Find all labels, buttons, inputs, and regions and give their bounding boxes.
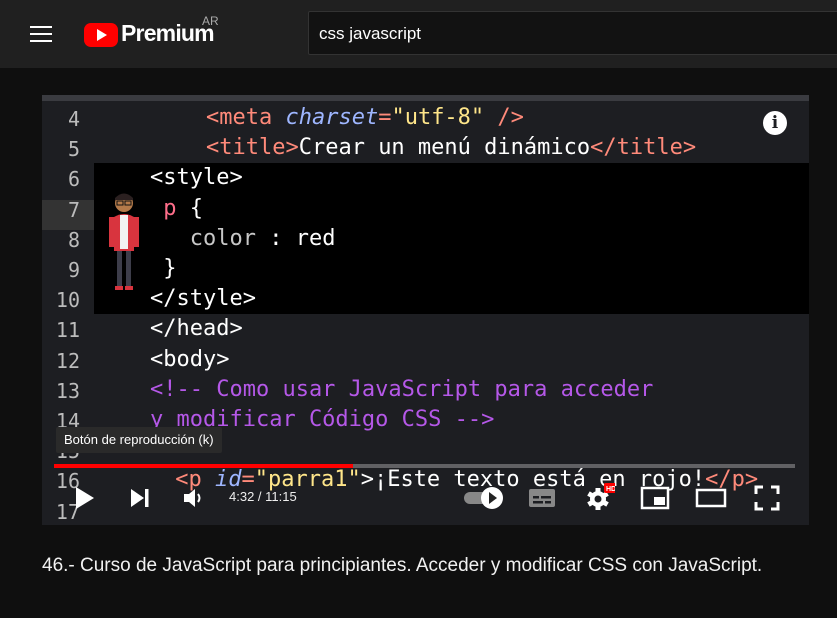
line-number: 6 [67, 167, 80, 192]
progress-bar-played [54, 464, 353, 468]
mute-button[interactable] [182, 487, 206, 514]
video-frame-top [42, 95, 809, 101]
youtube-play-logo-icon [84, 23, 118, 47]
code-token: { [189, 195, 203, 221]
code-line: <title>Crear un menú dinámico</title> [206, 135, 696, 160]
line-number: 8 [67, 227, 80, 252]
code-line: p { [150, 196, 203, 221]
progress-bar[interactable] [54, 464, 795, 468]
next-button[interactable] [128, 487, 152, 514]
code-token: color [150, 225, 256, 251]
settings-icon: HD [587, 483, 618, 510]
settings-button[interactable]: HD [585, 483, 618, 516]
code-token: : red [255, 225, 336, 251]
code-line: <meta charset="utf-8" /> [206, 105, 524, 130]
line-number: 9 [67, 258, 80, 282]
search-box[interactable] [308, 11, 837, 56]
fullscreen-icon [754, 485, 780, 511]
code-token: "utf-8" [391, 105, 485, 130]
code-line: <!-- Como usar JavaScript para acceder [150, 377, 653, 402]
video-player[interactable]: 4567891011121314151617 <meta charset="ut… [42, 95, 809, 525]
play-tooltip: Botón de reproducción (k) [56, 427, 222, 453]
code-line: <style> [150, 165, 243, 190]
line-number: 12 [55, 348, 80, 373]
info-icon[interactable]: i [763, 111, 787, 135]
line-number: 10 [55, 288, 80, 313]
code-token: </style> [150, 286, 256, 312]
line-number: 5 [67, 137, 80, 162]
time-display: 4:32 / 11:15 [229, 489, 297, 504]
autoplay-toggle-icon [464, 487, 503, 509]
code-token: <title> [206, 135, 299, 161]
miniplayer-button[interactable] [640, 486, 670, 515]
code-line: color : red [150, 225, 336, 251]
code-token: } [150, 256, 177, 281]
cartoon-presenter-icon [109, 193, 139, 290]
code-token: charset [285, 105, 379, 130]
next-icon [131, 489, 149, 507]
hd-badge: HD [606, 486, 615, 493]
subtitles-button[interactable] [528, 487, 556, 514]
play-button[interactable] [72, 485, 98, 516]
volume-icon [184, 489, 201, 507]
code-token: </head> [150, 316, 243, 342]
play-icon [76, 487, 94, 509]
code-token: <!-- Como usar JavaScript para acceder [150, 376, 654, 402]
code-token: </title> [590, 135, 697, 161]
theater-mode-icon [695, 488, 727, 508]
code-line: </head> [150, 316, 243, 341]
video-title[interactable]: 46.- Curso de JavaScript para principian… [42, 550, 782, 581]
line-number: 11 [55, 318, 80, 343]
code-token: p [150, 195, 190, 221]
code-token: <style> [150, 165, 243, 191]
autoplay-toggle[interactable] [462, 485, 506, 514]
fullscreen-button[interactable] [754, 485, 780, 516]
miniplayer-icon [640, 486, 670, 510]
brand-name: Premium [121, 20, 215, 46]
code-token: /> [484, 105, 524, 130]
code-token: <body> [150, 346, 230, 372]
line-number: 4 [67, 107, 80, 131]
line-number: 13 [55, 378, 80, 403]
subtitles-icon [529, 489, 555, 507]
code-token: Crear un menú dinámico [298, 135, 591, 161]
code-line: <body> [150, 347, 229, 372]
theater-mode-button[interactable] [695, 488, 727, 513]
top-bar: Premium AR [0, 0, 837, 68]
search-input[interactable] [317, 12, 821, 56]
line-number: 7 [67, 197, 80, 222]
code-line: </style> [150, 286, 256, 311]
menu-icon[interactable] [30, 24, 54, 44]
code-line: } [150, 256, 177, 281]
country-code: AR [202, 14, 219, 28]
code-token: = [378, 105, 392, 130]
code-token: <meta [206, 105, 286, 130]
